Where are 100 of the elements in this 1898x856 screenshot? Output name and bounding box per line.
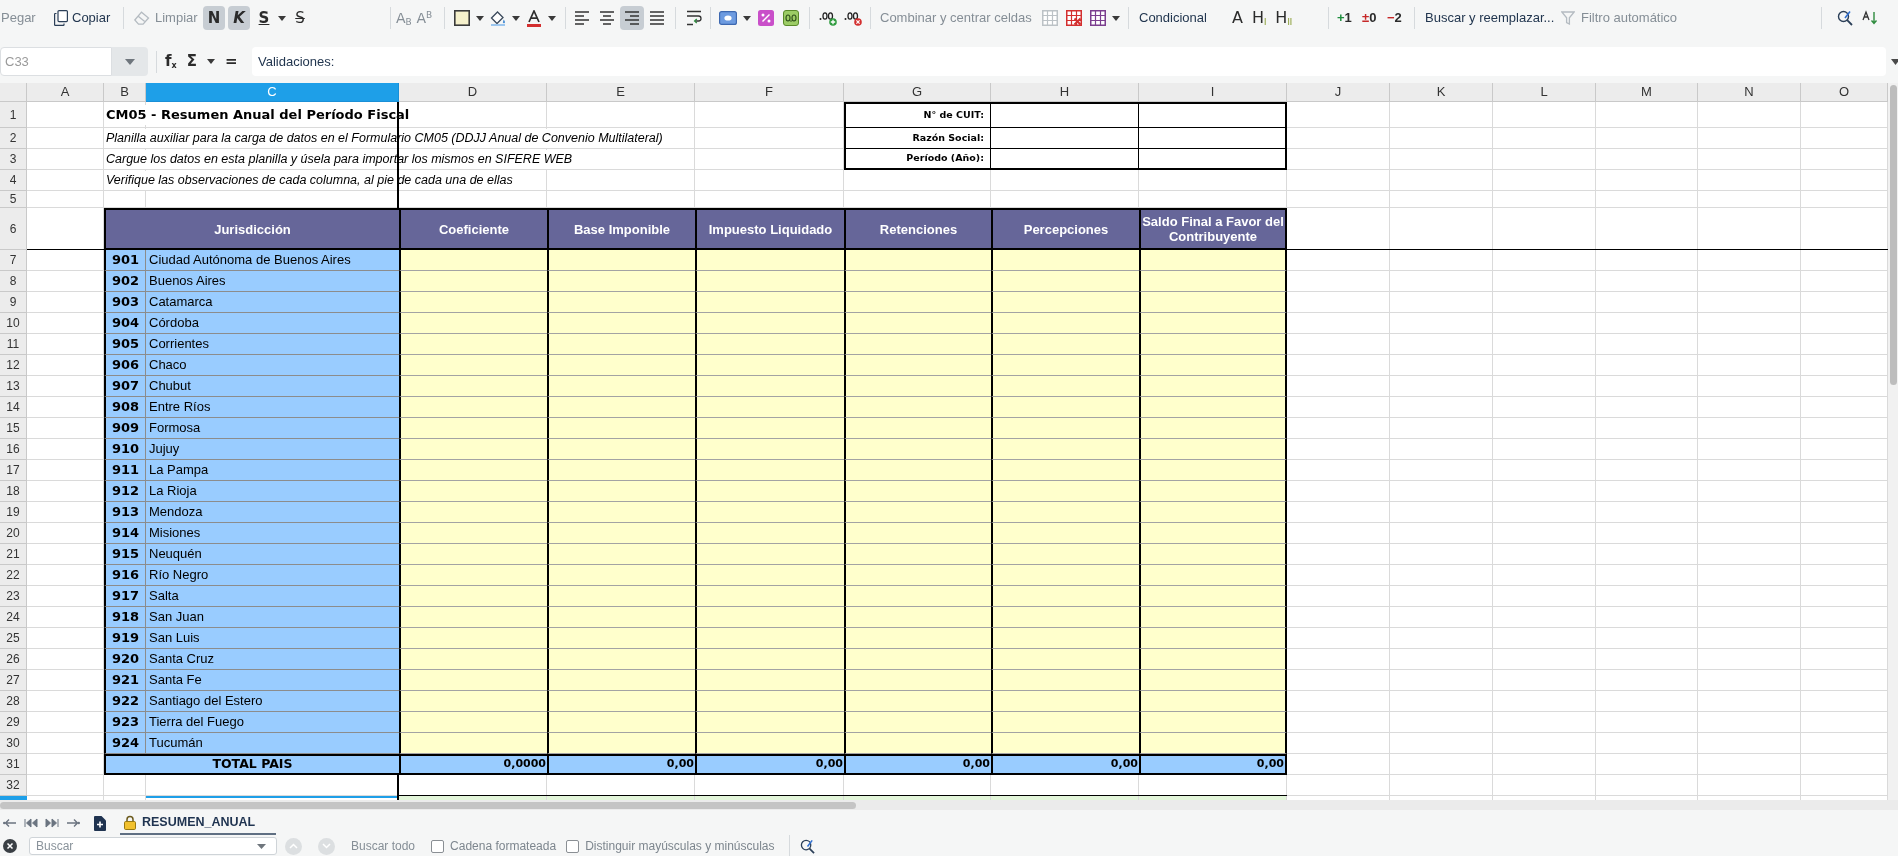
column-header[interactable]: B (104, 83, 146, 102)
entry-cell[interactable] (695, 544, 844, 565)
vertical-scrollbar[interactable] (1888, 83, 1898, 800)
entry-cell[interactable] (991, 376, 1139, 397)
entry-cell[interactable] (695, 439, 844, 460)
entry-cell[interactable] (844, 481, 991, 502)
entry-cell[interactable] (547, 250, 695, 271)
border-icon[interactable] (454, 10, 470, 26)
add-decimal-icon[interactable] (819, 10, 837, 26)
paragraph-style-button[interactable]: A (1232, 6, 1243, 30)
entry-cell[interactable] (547, 523, 695, 544)
entry-cell[interactable] (399, 271, 547, 292)
entry-cell[interactable] (547, 607, 695, 628)
entry-cell[interactable] (547, 334, 695, 355)
entry-cell[interactable] (991, 607, 1139, 628)
entry-cell[interactable] (695, 292, 844, 313)
entry-cell[interactable] (695, 733, 844, 754)
checkbox[interactable] (431, 839, 445, 853)
entry-cell[interactable] (844, 607, 991, 628)
formula-input[interactable]: Validaciones: (252, 47, 1886, 76)
entry-cell[interactable] (844, 418, 991, 439)
entry-cell[interactable] (1139, 439, 1287, 460)
entry-cell[interactable] (399, 523, 547, 544)
entry-cell[interactable] (991, 649, 1139, 670)
row-header[interactable]: 16 (0, 439, 27, 460)
entry-cell[interactable] (547, 670, 695, 691)
entry-cell[interactable] (695, 649, 844, 670)
entry-cell[interactable] (547, 376, 695, 397)
entry-cell[interactable] (399, 439, 547, 460)
banknote-icon[interactable] (719, 11, 737, 25)
entry-cell[interactable] (399, 313, 547, 334)
entry-cell[interactable] (1139, 733, 1287, 754)
entry-cell[interactable] (547, 271, 695, 292)
row-header[interactable]: 29 (0, 712, 27, 733)
row-header[interactable]: 23 (0, 586, 27, 607)
entry-cell[interactable] (1139, 481, 1287, 502)
entry-cell[interactable] (399, 607, 547, 628)
caret-icon[interactable] (278, 15, 286, 21)
row-header[interactable]: 4 (0, 170, 27, 191)
outline-level-button[interactable]: ±0 (1362, 8, 1379, 28)
scroll-thumb[interactable] (0, 801, 856, 809)
entry-cell[interactable] (1139, 691, 1287, 712)
entry-cell[interactable] (844, 313, 991, 334)
entry-cell[interactable] (547, 544, 695, 565)
outline-level-button[interactable]: −2 (1387, 8, 1404, 28)
percent-icon[interactable] (758, 10, 774, 26)
entry-cell[interactable] (991, 712, 1139, 733)
entry-cell[interactable] (991, 271, 1139, 292)
entry-cell[interactable] (695, 523, 844, 544)
entry-cell[interactable] (991, 355, 1139, 376)
entry-cell[interactable] (1139, 460, 1287, 481)
column-header[interactable]: A (27, 83, 104, 102)
entry-cell[interactable] (844, 649, 991, 670)
column-header[interactable]: L (1493, 83, 1596, 102)
entry-cell[interactable] (695, 607, 844, 628)
row-header[interactable]: 17 (0, 460, 27, 481)
entry-cell[interactable] (1139, 628, 1287, 649)
entry-cell[interactable] (695, 271, 844, 292)
entry-cell[interactable] (844, 523, 991, 544)
entry-cell[interactable] (399, 397, 547, 418)
entry-cell[interactable] (991, 460, 1139, 481)
row-header[interactable]: 1 (0, 102, 27, 128)
entry-cell[interactable] (399, 712, 547, 733)
column-header[interactable]: F (695, 83, 844, 102)
entry-cell[interactable] (991, 481, 1139, 502)
column-header[interactable]: E (547, 83, 695, 102)
caret-icon[interactable] (476, 15, 484, 21)
column-header[interactable]: O (1801, 83, 1888, 102)
entry-cell[interactable] (399, 355, 547, 376)
row-header[interactable]: 22 (0, 565, 27, 586)
entry-cell[interactable] (1139, 292, 1287, 313)
row-header[interactable]: 14 (0, 397, 27, 418)
entry-cell[interactable] (399, 481, 547, 502)
row-header[interactable]: 13 (0, 376, 27, 397)
entry-cell[interactable] (991, 544, 1139, 565)
entry-cell[interactable] (1139, 544, 1287, 565)
search-icon[interactable] (1837, 10, 1853, 26)
scroll-thumb[interactable] (1889, 85, 1897, 385)
column-header[interactable]: M (1596, 83, 1698, 102)
entry-cell[interactable] (1139, 271, 1287, 292)
entry-cell[interactable] (399, 565, 547, 586)
entry-cell[interactable] (547, 313, 695, 334)
arrow-left-icon[interactable] (3, 818, 17, 828)
row-header[interactable]: 10 (0, 313, 27, 334)
close-icon[interactable] (3, 839, 17, 853)
row-header[interactable]: 20 (0, 523, 27, 544)
caret-icon[interactable] (512, 15, 520, 21)
entry-cell[interactable] (547, 628, 695, 649)
row-header[interactable]: 25 (0, 628, 27, 649)
entry-cell[interactable] (1139, 523, 1287, 544)
formula-tool-button[interactable]: = (224, 50, 238, 73)
row-header[interactable]: 8 (0, 271, 27, 292)
entry-cell[interactable] (399, 586, 547, 607)
entry-cell[interactable] (991, 418, 1139, 439)
entry-cell[interactable] (844, 565, 991, 586)
column-header[interactable]: N (1698, 83, 1801, 102)
entry-cell[interactable] (844, 376, 991, 397)
entry-cell[interactable] (695, 628, 844, 649)
entry-cell[interactable] (695, 586, 844, 607)
entry-cell[interactable] (844, 544, 991, 565)
